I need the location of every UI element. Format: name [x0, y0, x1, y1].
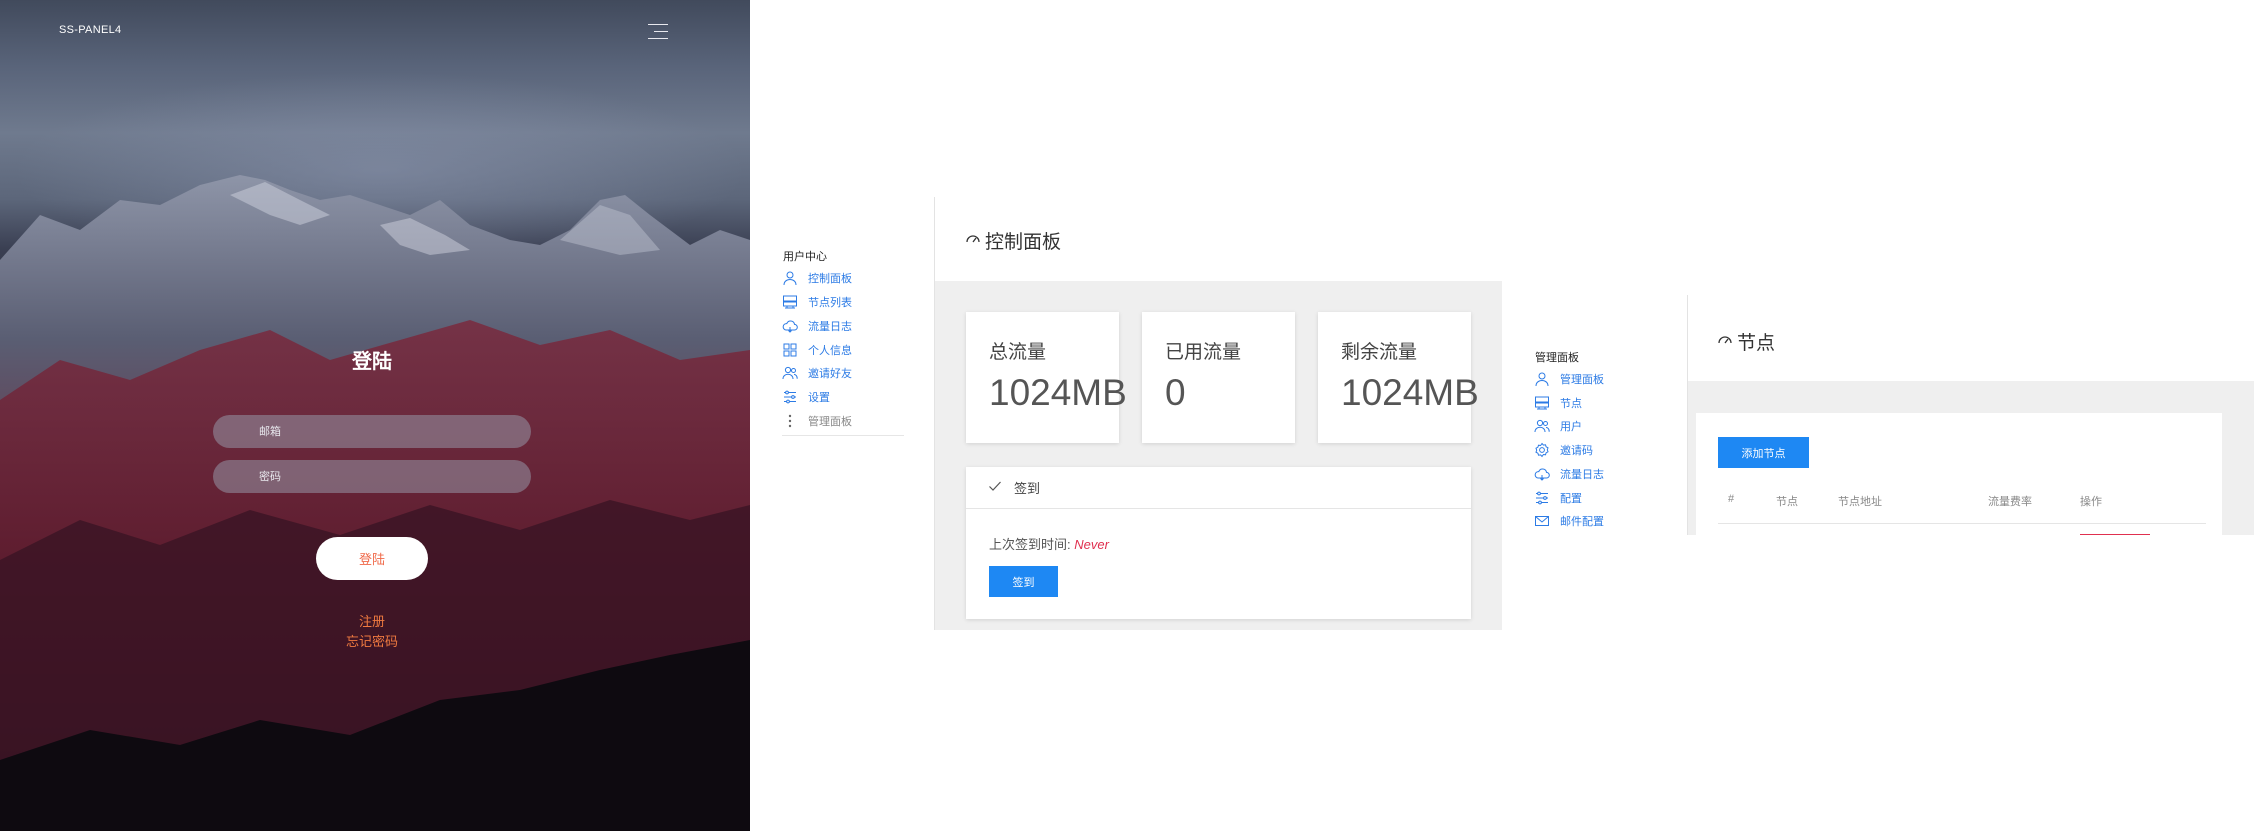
- user-icon: [1534, 371, 1550, 387]
- login-title: 登陆: [352, 351, 392, 373]
- add-node-button[interactable]: 添加节点: [1718, 437, 1809, 468]
- user-icon: [782, 270, 798, 286]
- sidebar-item-label: 邮件配置: [1560, 516, 1604, 528]
- hamburger-menu-icon[interactable]: [648, 24, 668, 42]
- sidebar-item-invite[interactable]: 邀请好友: [782, 364, 852, 382]
- sidebar-item-admin[interactable]: 管理面板: [782, 412, 852, 430]
- login-button[interactable]: 登陆: [316, 537, 428, 580]
- settings-icon: [1534, 442, 1550, 458]
- page-title: 控制面板: [965, 227, 1061, 254]
- brand-logo: SS-PANEL4: [59, 24, 122, 36]
- sidebar-item-node-list[interactable]: 节点列表: [782, 293, 852, 311]
- last-checkin-label: 上次签到时间:: [989, 537, 1071, 552]
- sidebar-item-label: 流量日志: [1560, 469, 1604, 481]
- stat-label: 剩余流量: [1341, 342, 1418, 363]
- user-sidebar-title: 用户中心: [783, 251, 827, 263]
- more-vertical-icon: [782, 413, 798, 429]
- stat-value: 0: [1165, 372, 1186, 413]
- admin-item-users[interactable]: 用户: [1534, 417, 1582, 435]
- column-header: 操作: [2080, 496, 2102, 508]
- check-icon: [988, 479, 1014, 496]
- users-icon: [1534, 418, 1550, 434]
- sidebar-item-label: 节点列表: [808, 297, 852, 309]
- nodes-page-title: 节点: [1717, 328, 1775, 355]
- server-icon: [1534, 395, 1550, 411]
- sliders-icon: [1534, 490, 1550, 506]
- sidebar-item-label: 邀请好友: [808, 368, 852, 380]
- column-header: #: [1728, 493, 1735, 505]
- password-field[interactable]: [213, 460, 531, 493]
- sidebar-item-profile[interactable]: 个人信息: [782, 341, 852, 359]
- checkin-card: 签到 上次签到时间: Never 签到: [966, 467, 1471, 619]
- table-row-action-partial: [2080, 534, 2150, 535]
- sidebar-item-label: 管理面板: [1560, 374, 1604, 386]
- gauge-icon: [965, 230, 985, 252]
- sidebar-divider: [782, 435, 904, 436]
- admin-item-traffic-log[interactable]: 流量日志: [1534, 465, 1604, 483]
- sidebar-item-label: 个人信息: [808, 345, 852, 357]
- sidebar-item-settings[interactable]: 设置: [782, 388, 830, 406]
- last-checkin: 上次签到时间: Never: [989, 534, 1109, 553]
- register-link[interactable]: 注册: [0, 611, 744, 630]
- sidebar-item-label: 控制面板: [808, 273, 852, 285]
- cloud-icon: [1534, 466, 1550, 482]
- table-header-divider: [1718, 523, 2206, 524]
- sidebar-item-label: 邀请码: [1560, 445, 1593, 457]
- admin-item-dashboard[interactable]: 管理面板: [1534, 370, 1604, 388]
- sidebar-item-label: 用户: [1560, 421, 1582, 433]
- admin-item-nodes[interactable]: 节点: [1534, 394, 1582, 412]
- admin-sidebar-title: 管理面板: [1535, 352, 1579, 364]
- page-title-text: 控制面板: [985, 232, 1062, 253]
- nodes-card: 添加节点 # 节点 节点地址 流量费率 操作: [1696, 413, 2222, 535]
- sidebar-item-traffic-log[interactable]: 流量日志: [782, 317, 852, 335]
- email-field[interactable]: [213, 415, 531, 448]
- checkin-header: 签到: [966, 467, 1471, 509]
- column-header: 节点地址: [1838, 496, 1882, 508]
- column-header: 流量费率: [1988, 496, 2032, 508]
- sidebar-item-dashboard[interactable]: 控制面板: [782, 269, 852, 287]
- mail-icon: [1534, 513, 1550, 529]
- login-panel: SS-PANEL4 登陆 登陆 注册 忘记密码: [0, 0, 750, 831]
- cloud-icon: [782, 318, 798, 334]
- stat-value: 1024MB: [989, 372, 1127, 413]
- stat-label: 已用流量: [1165, 342, 1242, 363]
- admin-item-config[interactable]: 配置: [1534, 489, 1582, 507]
- forgot-password-link[interactable]: 忘记密码: [0, 631, 744, 650]
- users-icon: [782, 365, 798, 381]
- stat-card-used: 已用流量 0: [1142, 312, 1295, 443]
- sidebar-item-label: 配置: [1560, 493, 1582, 505]
- nodes-page-title-text: 节点: [1737, 333, 1776, 354]
- last-checkin-value: Never: [1074, 537, 1109, 552]
- server-icon: [782, 294, 798, 310]
- checkin-button[interactable]: 签到: [989, 566, 1058, 597]
- stat-card-remaining: 剩余流量 1024MB: [1318, 312, 1479, 443]
- grid-icon: [782, 342, 798, 358]
- stat-label: 总流量: [989, 342, 1047, 363]
- stat-card-total: 总流量 1024MB: [966, 312, 1127, 443]
- sidebar-item-label: 设置: [808, 392, 830, 404]
- sliders-icon: [782, 389, 798, 405]
- sidebar-item-label: 管理面板: [808, 416, 852, 428]
- gauge-icon: [1717, 331, 1737, 353]
- admin-item-mail-config[interactable]: 邮件配置: [1534, 512, 1604, 530]
- sidebar-item-label: 流量日志: [808, 321, 852, 333]
- admin-item-invite-codes[interactable]: 邀请码: [1534, 441, 1593, 459]
- checkin-header-text: 签到: [1014, 481, 1041, 496]
- column-header: 节点: [1776, 496, 1798, 508]
- sidebar-item-label: 节点: [1560, 398, 1582, 410]
- stat-value: 1024MB: [1341, 372, 1479, 413]
